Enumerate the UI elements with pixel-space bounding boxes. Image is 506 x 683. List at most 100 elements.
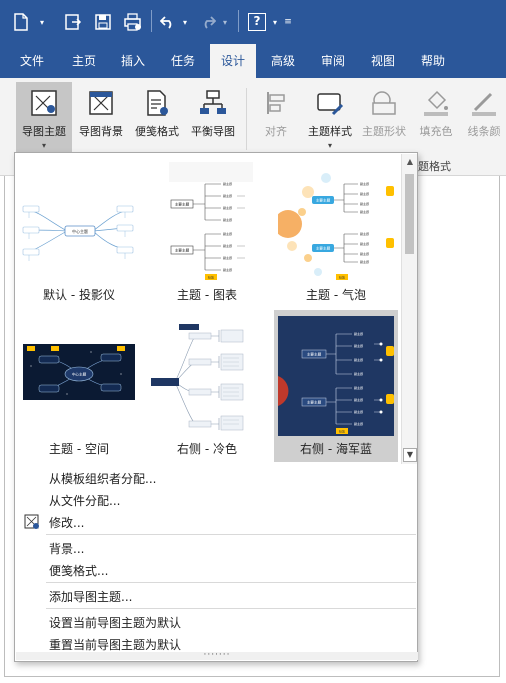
tab-task[interactable]: 任务 — [162, 44, 204, 78]
print-icon[interactable] — [120, 10, 146, 34]
balance-map-button[interactable]: 平衡导图 — [186, 82, 240, 154]
svg-text:副主题: 副主题 — [223, 205, 232, 210]
note-format-label: 便笺格式 — [135, 125, 179, 138]
svg-text:副主题: 副主题 — [360, 191, 369, 196]
svg-text:副主题: 副主题 — [360, 251, 369, 256]
tab-insert[interactable]: 插入 — [112, 44, 154, 78]
svg-text:副主题: 副主题 — [354, 385, 363, 390]
map-background-icon — [81, 86, 121, 120]
svg-text:副主题: 副主题 — [354, 397, 363, 402]
assign-from-organizer-item[interactable]: 从模板组织者分配... — [16, 468, 418, 488]
svg-text:副主题: 副主题 — [354, 343, 363, 348]
svg-text:标签: 标签 — [339, 429, 345, 434]
note-format-button[interactable]: 便笺格式 — [130, 82, 184, 154]
theme-bubble[interactable]: 主要主题 主要主题 副主题 副主题 副主题 副主题 副主题 副主题 副主题 副主题 标签 主… — [274, 156, 398, 308]
assign-from-file-item[interactable]: 从文件分配... — [16, 490, 418, 510]
theme-default-projector[interactable]: 中心主题 默认 - 投影仪 — [17, 156, 141, 308]
balance-map-icon — [193, 86, 233, 120]
svg-text:标签: 标签 — [208, 275, 214, 280]
menu-item-label: 从模板组织者分配... — [49, 472, 157, 486]
svg-text:主要主题: 主要主题 — [307, 352, 322, 357]
theme-right-navy[interactable]: 主要主题 主要主题 副主题 副主题 副主题 副主题 副主题 副主题 副主题 副主题 标签 右… — [274, 310, 398, 462]
scroll-thumb[interactable] — [405, 174, 414, 254]
tab-help[interactable]: 帮助 — [412, 44, 454, 78]
line-color-button[interactable]: 线条颜 — [462, 82, 506, 154]
theme-space-preview: 中心主题 — [21, 316, 137, 436]
line-color-icon — [464, 86, 504, 120]
scroll-up-icon[interactable]: ▲ — [402, 155, 418, 169]
svg-text:主要主题: 主要主题 — [316, 246, 331, 251]
new-doc-icon[interactable] — [8, 10, 34, 34]
tab-view[interactable]: 视图 — [362, 44, 404, 78]
topic-style-button[interactable]: 主题样式 ▾ — [302, 82, 358, 154]
add-map-theme-item[interactable]: 添加导图主题... — [16, 586, 418, 606]
theme-chart-preview: 主要主题 主要主题 副主题副主题副主题副主题 副主题副主题副主题副主题 标签 — [149, 162, 265, 282]
note-format-icon — [137, 86, 177, 120]
svg-text:副主题: 副主题 — [354, 357, 363, 362]
menu-item-label: 便笺格式... — [49, 564, 109, 578]
theme-chart[interactable]: 主要主题 主要主题 副主题 副主题 副主题 副主题 副主题 副主题 副主题 副主题 标签 主… — [145, 156, 269, 308]
svg-text:副主题: 副主题 — [223, 231, 232, 236]
svg-text:副主题: 副主题 — [360, 241, 369, 246]
background-item[interactable]: 背景... — [16, 538, 418, 558]
ribbon-tab-bar: 文件 主页 插入 任务 设计 高级 审阅 视图 帮助 — [0, 44, 506, 78]
tab-file[interactable]: 文件 — [12, 44, 52, 78]
note-format-item[interactable]: 便笺格式... — [16, 560, 418, 580]
svg-text:副主题: 副主题 — [354, 371, 363, 376]
menu-item-label: 添加导图主题... — [49, 590, 133, 604]
set-default-theme-item[interactable]: 设置当前导图主题为默认 — [16, 612, 418, 632]
tab-advanced[interactable]: 高级 — [262, 44, 304, 78]
new-doc-dropdown-icon[interactable]: ▾ — [36, 10, 48, 34]
title-bar: ▾ ▾ ▾ ? ▾ ≡ — [0, 0, 506, 44]
svg-text:主要主题: 主要主题 — [175, 202, 190, 207]
customize-icon[interactable]: ≡ — [282, 10, 294, 34]
gallery-more-icon[interactable]: ▼ — [403, 448, 417, 462]
save-icon[interactable] — [90, 10, 116, 34]
svg-text:副主题: 副主题 — [360, 231, 369, 236]
tab-design[interactable]: 设计 — [210, 44, 256, 78]
theme-bubble-preview: 主要主题 主要主题 副主题副主题副主题副主题 副主题副主题副主题副主题 标签 — [278, 162, 394, 282]
svg-text:中心主题: 中心主题 — [72, 372, 87, 377]
help-icon[interactable]: ? — [246, 10, 268, 34]
align-icon — [256, 86, 296, 120]
undo-dropdown-icon[interactable]: ▾ — [180, 10, 190, 34]
undo-icon[interactable] — [158, 10, 178, 34]
modify-item[interactable]: 修改... — [16, 512, 418, 532]
menu-item-label: 从文件分配... — [49, 494, 121, 508]
align-button[interactable]: 对齐 — [254, 82, 298, 154]
topic-shape-icon — [364, 86, 404, 120]
svg-text:副主题: 副主题 — [223, 181, 232, 186]
theme-gallery: 中心主题 默认 - 投影仪 主要主题 主要主题 副主题 副主题 副主题 副主题 … — [16, 154, 400, 464]
chevron-down-icon: ▾ — [41, 141, 46, 150]
menu-divider — [46, 608, 416, 609]
svg-text:副主题: 副主题 — [354, 421, 363, 426]
export-icon[interactable] — [60, 10, 86, 34]
map-background-label: 导图背景 — [79, 125, 123, 138]
gallery-scrollbar[interactable]: ▲ ▼ — [401, 154, 417, 464]
line-color-label: 线条颜 — [467, 125, 501, 138]
theme-right-cool[interactable]: 右侧 - 冷色 — [145, 310, 269, 462]
menu-divider — [46, 582, 416, 583]
svg-text:副主题: 副主题 — [360, 209, 369, 214]
tab-review[interactable]: 审阅 — [312, 44, 354, 78]
svg-text:副主题: 副主题 — [360, 259, 369, 264]
theme-label: 右侧 - 冷色 — [177, 442, 237, 456]
map-theme-label: 导图主题 — [22, 125, 66, 138]
map-theme-icon — [24, 86, 64, 120]
svg-text:副主题: 副主题 — [223, 267, 232, 272]
help-dropdown-icon[interactable]: ▾ — [270, 10, 280, 34]
svg-text:主要主题: 主要主题 — [175, 248, 190, 253]
map-theme-button[interactable]: 导图主题 ▾ — [16, 82, 72, 154]
theme-label: 主题 - 空间 — [49, 442, 109, 456]
map-background-button[interactable]: 导图背景 — [74, 82, 128, 154]
redo-icon[interactable] — [198, 10, 218, 34]
resize-grip[interactable]: ······· — [16, 651, 418, 660]
fill-color-button[interactable]: 填充色 — [414, 82, 458, 154]
theme-space[interactable]: 中心主题 主题 - 空间 — [17, 310, 141, 462]
theme-label: 默认 - 投影仪 — [43, 288, 115, 302]
redo-dropdown-icon[interactable]: ▾ — [220, 10, 230, 34]
svg-text:副主题: 副主题 — [223, 243, 232, 248]
tab-home[interactable]: 主页 — [62, 44, 106, 78]
topic-shape-button[interactable]: 主题形状 — [360, 82, 408, 154]
topic-style-icon — [310, 86, 350, 120]
